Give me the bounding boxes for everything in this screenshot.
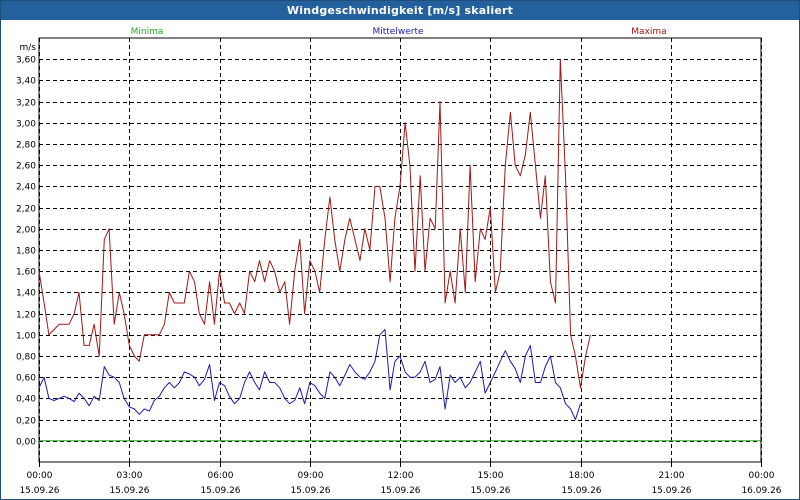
x-tick-date-label: 15.09.26 [290,486,330,496]
x-tick-time-label: 06:00 [208,471,234,481]
line-chart: 0,00 0,20 0,40 0,60 0,80 1,00 1,20 1,40 1,60 1,80… [16,27,782,496]
x-tick-date-label: 15.09.26 [200,486,240,496]
chart-window: Windgeschwindigkeit [m/s] skaliert 0,00 0… [0,0,800,500]
y-tick-label: 0,20 [16,417,36,427]
x-tick-time-label: 18:00 [569,471,595,481]
x-tick-date-label: 15.09.26 [651,486,691,496]
y-tick-label: 0,00 [16,438,36,448]
y-tick-label: 0,40 [16,395,36,405]
x-tick-time-label: 21:00 [659,471,685,481]
y-tick-label: 1,40 [16,289,36,299]
x-tick-date-label: 15.09.26 [19,486,59,496]
y-tick-label: 1,00 [16,332,36,342]
x-tick-time-label: 15:00 [478,471,504,481]
x-tick-time-label: 00:00 [27,471,53,481]
x-tick-time-label: 00:00 [749,471,775,481]
y-tick-label: 1,60 [16,268,36,278]
legend-minima: Minima [131,27,164,37]
y-tick-label: 2,00 [16,226,36,236]
y-tick-label: 2,40 [16,183,36,193]
legend-mittelwerte: Mittelwerte [372,27,423,37]
y-tick-label: 3,40 [16,77,36,87]
y-tick-label: 2,20 [16,205,36,215]
x-tick-date-label: 15.09.26 [109,486,149,496]
y-tick-label: 3,20 [16,99,36,109]
x-tick-date-label: 16.09.26 [741,486,781,496]
x-tick-time-label: 12:00 [388,471,414,481]
y-tick-label: 1,80 [16,247,36,257]
legend-maxima: Maxima [631,27,666,37]
x-tick-date-label: 15.09.26 [561,486,601,496]
y-axis-label: m/s [20,43,37,53]
y-tick-label: 0,60 [16,374,36,384]
x-tick-date-label: 15.09.26 [470,486,510,496]
x-tick-time-label: 09:00 [298,471,324,481]
y-tick-label: 2,60 [16,162,36,172]
y-tick-label: 3,60 [16,56,36,66]
y-tick-label: 1,20 [16,311,36,321]
y-tick-label: 2,80 [16,141,36,151]
x-tick-date-label: 15.09.26 [380,486,420,496]
x-tick-time-label: 03:00 [117,471,143,481]
y-tick-label: 0,80 [16,353,36,363]
y-tick-label: 3,00 [16,120,36,130]
